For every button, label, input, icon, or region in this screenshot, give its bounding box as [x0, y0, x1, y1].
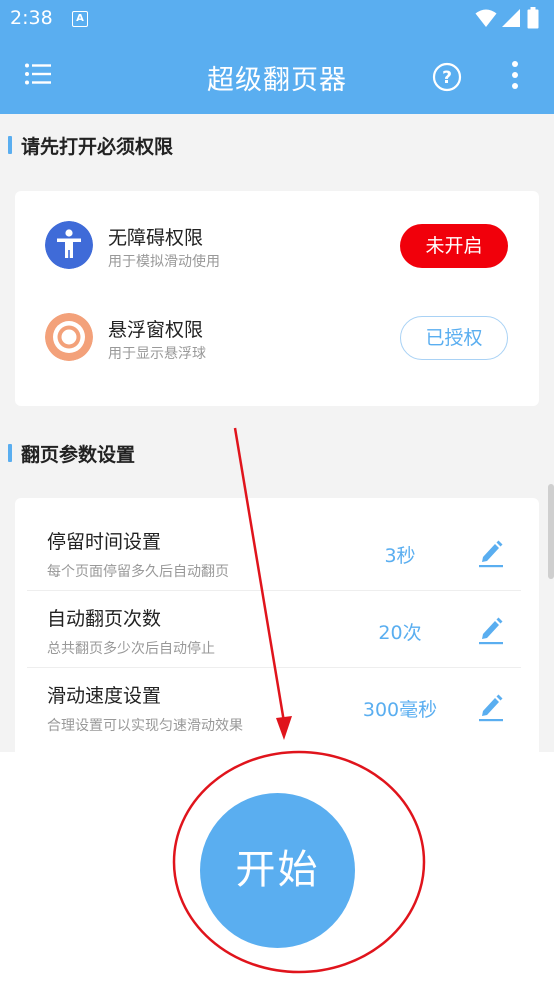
edit-pencil-icon[interactable]: [477, 538, 505, 568]
floating-window-granted-button[interactable]: 已授权: [400, 316, 508, 360]
param-row-page-count[interactable]: 自动翻页次数 总共翻页多少次后自动停止 20次: [15, 591, 539, 668]
scrollbar-thumb[interactable]: [548, 484, 554, 579]
accessibility-enable-button[interactable]: 未开启: [400, 224, 508, 268]
param-value[interactable]: 20次: [345, 618, 455, 645]
param-row-swipe-speed[interactable]: 滑动速度设置 合理设置可以实现匀速滑动效果 300毫秒: [15, 668, 539, 745]
svg-text:?: ?: [442, 68, 452, 88]
param-name: 滑动速度设置: [47, 685, 162, 707]
permission-name: 悬浮窗权限: [108, 319, 204, 341]
accessibility-icon: [45, 221, 93, 269]
section-accent-bar: [8, 136, 12, 154]
page-title: 超级翻页器: [207, 65, 347, 96]
status-bar: 2:38 A: [0, 0, 554, 38]
permissions-card: 无障碍权限 用于模拟滑动使用 未开启 悬浮窗权限 用于显示悬浮球 已授权: [15, 191, 539, 406]
start-button[interactable]: 开始: [200, 793, 355, 948]
wifi-icon: [475, 9, 497, 27]
permission-name: 无障碍权限: [108, 227, 204, 249]
param-name: 自动翻页次数: [47, 608, 162, 630]
permission-row-accessibility: 无障碍权限 用于模拟滑动使用 未开启: [15, 209, 539, 279]
section-accent-bar: [8, 444, 12, 462]
status-time: 2:38: [10, 7, 53, 29]
permission-desc: 用于显示悬浮球: [108, 346, 206, 362]
param-value[interactable]: 3秒: [345, 541, 455, 568]
notification-icon: A: [72, 11, 88, 27]
param-name: 停留时间设置: [47, 531, 162, 553]
param-row-dwell-time[interactable]: 停留时间设置 每个页面停留多久后自动翻页 3秒: [15, 514, 539, 591]
param-desc: 每个页面停留多久后自动翻页: [47, 564, 229, 580]
permissions-section-title: 请先打开必须权限: [21, 136, 174, 158]
param-value[interactable]: 300毫秒: [345, 695, 455, 722]
edit-pencil-icon[interactable]: [477, 615, 505, 645]
help-icon[interactable]: ?: [432, 62, 462, 92]
params-card: 停留时间设置 每个页面停留多久后自动翻页 3秒 自动翻页次数 总共翻页多少次后自…: [15, 498, 539, 760]
app-bar: 超级翻页器 ?: [0, 38, 554, 114]
param-desc: 合理设置可以实现匀速滑动效果: [47, 718, 243, 734]
params-section-header: 翻页参数设置: [0, 438, 554, 468]
param-desc: 总共翻页多少次后自动停止: [47, 641, 215, 657]
permissions-section-header: 请先打开必须权限: [0, 130, 554, 160]
more-vertical-icon[interactable]: [510, 60, 520, 90]
battery-icon: [527, 7, 539, 29]
params-section-title: 翻页参数设置: [21, 444, 136, 466]
edit-pencil-icon[interactable]: [477, 692, 505, 722]
permission-row-floating-window: 悬浮窗权限 用于显示悬浮球 已授权: [15, 301, 539, 371]
signal-icon: [502, 9, 520, 27]
floating-ball-icon: [45, 313, 93, 361]
permission-desc: 用于模拟滑动使用: [108, 254, 220, 270]
